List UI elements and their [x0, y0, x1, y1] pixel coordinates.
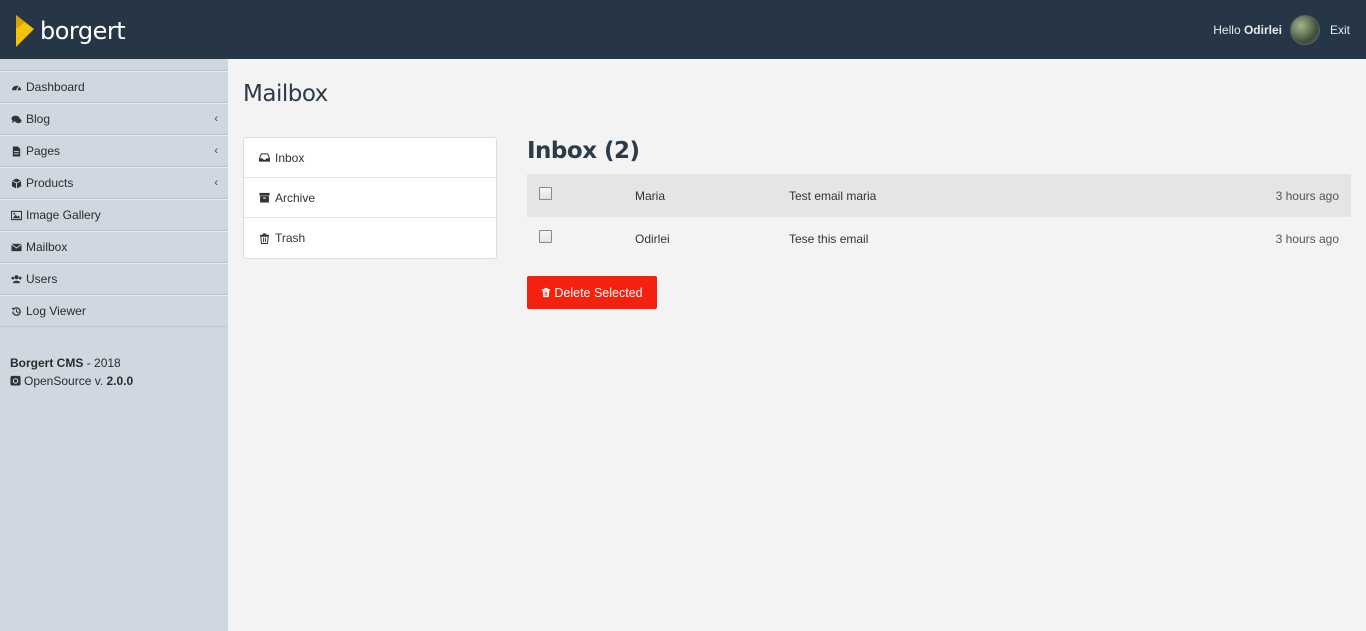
- brand-logo[interactable]: borgert: [14, 15, 126, 47]
- brand-name: borgert: [40, 17, 126, 45]
- chevron-left-icon: ‹: [214, 177, 218, 189]
- folder-label: Archive: [275, 190, 316, 205]
- sidebar-footer: Borgert CMS - 2018 OpenSource v. 2.0.0: [10, 354, 133, 390]
- sidebar-item-label: Blog: [26, 112, 51, 126]
- folder-archive[interactable]: Archive: [244, 178, 496, 218]
- message-time: 3 hours ago: [1275, 189, 1339, 203]
- chevron-left-icon: ‹: [214, 145, 218, 157]
- sidebar-item-log-viewer[interactable]: Log Viewer: [0, 295, 228, 327]
- sidebar-item-label: Log Viewer: [26, 304, 86, 318]
- chevron-left-icon: ‹: [214, 113, 218, 125]
- user-area: Hello Odirlei Exit: [1213, 14, 1350, 46]
- top-bar: borgert Hello Odirlei Exit: [0, 0, 1366, 59]
- sidebar-item-image-gallery[interactable]: Image Gallery: [0, 199, 228, 231]
- image-icon: [10, 209, 23, 221]
- archive-icon: [259, 192, 273, 204]
- message-sender: Maria: [635, 189, 666, 203]
- message-checkbox[interactable]: [539, 230, 552, 243]
- sidebar-item-blog[interactable]: Blog ‹: [0, 103, 228, 135]
- logo-mark-icon: [16, 15, 34, 47]
- comments-icon: [10, 113, 23, 125]
- version-info: OpenSource v. 2.0.0: [10, 372, 133, 390]
- avatar[interactable]: [1289, 15, 1320, 45]
- sidebar-item-label: Products: [26, 176, 74, 190]
- message-row[interactable]: Odirlei Tese this email 3 hours ago: [527, 217, 1351, 260]
- app-credit: Borgert CMS - 2018: [10, 356, 121, 370]
- folder-label: Trash: [275, 231, 306, 245]
- sidebar-item-pages[interactable]: Pages ‹: [0, 135, 228, 167]
- mail-folder-list: Inbox Archive Trash: [243, 137, 497, 259]
- history-icon: [10, 305, 23, 317]
- delete-button-label: Delete Selected: [554, 285, 643, 300]
- sidebar-item-users[interactable]: Users: [0, 263, 228, 295]
- sidebar-item-label: Dashboard: [26, 80, 85, 94]
- sidebar-item-label: Image Gallery: [26, 208, 101, 222]
- sidebar-item-label: Mailbox: [26, 240, 68, 254]
- trash-icon: [542, 287, 551, 298]
- folder-label: Inbox: [275, 150, 305, 165]
- file-icon: [10, 145, 23, 157]
- cube-icon: [10, 177, 23, 189]
- folder-inbox[interactable]: Inbox: [244, 138, 496, 178]
- sidebar: Dashboard Blog ‹ Pages ‹ Products ‹ Imag…: [0, 59, 228, 631]
- message-list: Maria Test email maria 3 hours ago Odirl…: [527, 174, 1351, 260]
- dashboard-icon: [10, 81, 23, 93]
- github-icon: [10, 375, 21, 386]
- message-subject[interactable]: Test email maria: [789, 189, 876, 203]
- user-name: Odirlei: [1243, 23, 1282, 37]
- message-row[interactable]: Maria Test email maria 3 hours ago: [527, 174, 1351, 217]
- page-title: Mailbox: [243, 81, 328, 107]
- message-checkbox[interactable]: [539, 187, 552, 200]
- sidebar-nav: Dashboard Blog ‹ Pages ‹ Products ‹ Imag…: [0, 70, 228, 327]
- sidebar-item-dashboard[interactable]: Dashboard: [0, 71, 228, 103]
- folder-trash[interactable]: Trash: [244, 218, 496, 258]
- sidebar-item-label: Pages: [26, 144, 61, 158]
- trash-icon: [259, 232, 273, 244]
- inbox-icon: [259, 152, 273, 164]
- envelope-icon: [10, 241, 23, 253]
- inbox-heading: Inbox (2): [527, 138, 640, 164]
- sidebar-item-products[interactable]: Products ‹: [0, 167, 228, 199]
- exit-link[interactable]: Exit: [1330, 23, 1350, 37]
- message-time: 3 hours ago: [1275, 232, 1339, 246]
- message-subject[interactable]: Tese this email: [789, 232, 868, 246]
- sidebar-item-mailbox[interactable]: Mailbox: [0, 231, 228, 263]
- greeting: Hello Odirlei: [1213, 23, 1282, 37]
- sidebar-item-label: Users: [26, 272, 58, 286]
- delete-selected-button[interactable]: Delete Selected: [527, 276, 657, 309]
- users-icon: [10, 273, 23, 285]
- message-sender: Odirlei: [635, 232, 670, 246]
